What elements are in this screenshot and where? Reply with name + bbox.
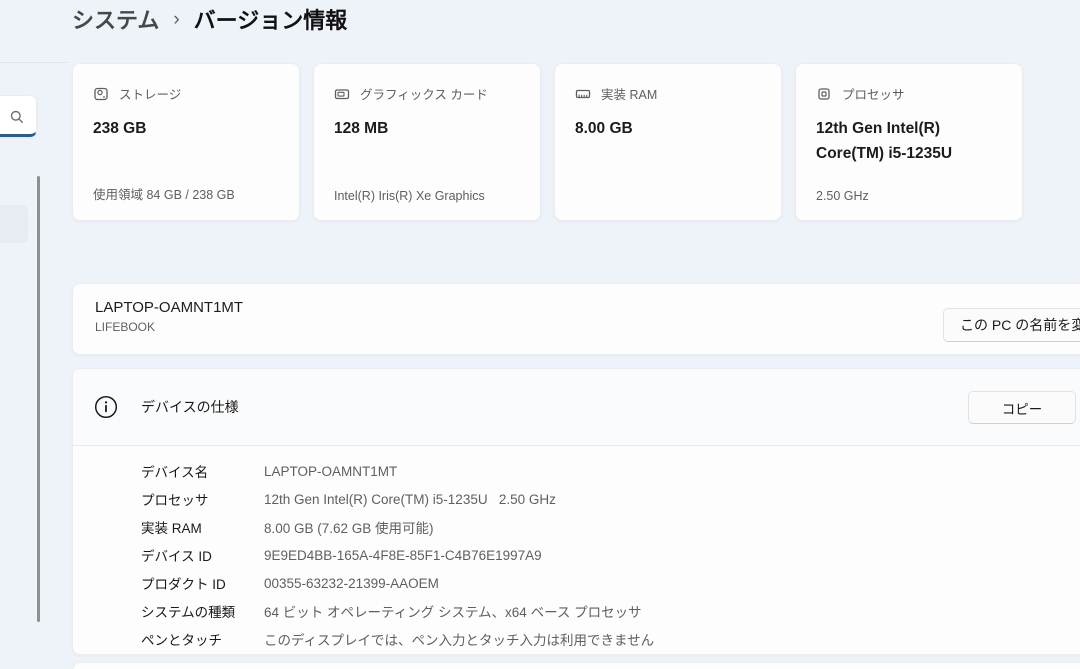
spec-value: 00355-63232-21399-AAOEM (264, 575, 439, 591)
spec-value: 8.00 GB (7.62 GB 使用可能) (264, 521, 434, 536)
spec-label: デバイス名 (141, 465, 209, 480)
card-label: 実装 RAM (601, 88, 658, 102)
spec-label: ペンとタッチ (141, 633, 222, 648)
device-name-card: LAPTOP-OAMNT1MT LIFEBOOK この PC の名前を変更 (72, 283, 1080, 355)
spec-label: プロダクト ID (141, 577, 226, 592)
spec-value: 64 ビット オペレーティング システム、x64 ベース プロセッサ (264, 605, 642, 620)
nav-divider (0, 62, 68, 63)
card-value: 238 GB (93, 120, 147, 137)
spec-value: 9E9ED4BB-165A-4F8E-85F1-C4B76E1997A9 (264, 547, 542, 563)
processor-card: プロセッサ 12th Gen Intel(R) Core(TM) i5-1235… (795, 63, 1023, 221)
card-value: 8.00 GB (575, 120, 633, 137)
search-input[interactable] (0, 95, 37, 137)
card-label: ストレージ (119, 88, 182, 102)
rename-pc-button[interactable]: この PC の名前を変更 (943, 308, 1080, 342)
card-label: グラフィックス カード (360, 88, 488, 102)
card-subtext: 使用領域 84 GB / 238 GB (93, 188, 235, 202)
card-subtext: Intel(R) Iris(R) Xe Graphics (334, 189, 485, 203)
device-spec-expander-header[interactable]: デバイスの仕様 コピー (73, 369, 1080, 446)
summary-cards-row: ストレージ 238 GB 使用領域 84 GB / 238 GB グラフィックス… (72, 63, 1023, 221)
chevron-right-icon: › (173, 9, 180, 30)
spec-value: このディスプレイでは、ペン入力とタッチ入力は利用できません (264, 633, 655, 648)
info-icon (94, 395, 118, 419)
device-spec-body: デバイス名 LAPTOP-OAMNT1MT プロセッサ 12th Gen Int… (73, 446, 1080, 653)
spec-row-device-name: デバイス名 LAPTOP-OAMNT1MT (141, 457, 1080, 485)
search-icon (10, 110, 24, 124)
storage-card: ストレージ 238 GB 使用領域 84 GB / 238 GB (72, 63, 300, 221)
settings-about-page: システム › バージョン情報 ストレージ 238 GB 使用領域 84 GB /… (0, 0, 1080, 669)
spec-row-system-type: システムの種類 64 ビット オペレーティング システム、x64 ベース プロセ… (141, 597, 1080, 625)
spec-label: プロセッサ (141, 493, 209, 508)
storage-icon (94, 87, 108, 100)
spec-row-ram: 実装 RAM 8.00 GB (7.62 GB 使用可能) (141, 513, 1080, 541)
spec-value: 12th Gen Intel(R) Core(TM) i5-1235U 2.50… (264, 491, 556, 507)
nav-scrollbar[interactable] (37, 176, 40, 622)
spec-label: デバイス ID (141, 549, 212, 564)
spec-label: 実装 RAM (141, 521, 202, 536)
cpu-icon (818, 87, 830, 100)
spec-row-processor: プロセッサ 12th Gen Intel(R) Core(TM) i5-1235… (141, 485, 1080, 513)
card-value: 128 MB (334, 120, 389, 137)
gpu-icon (334, 88, 350, 99)
card-value: 12th Gen Intel(R) Core(TM) i5-1235U (816, 120, 953, 162)
breadcrumb-system[interactable]: システム (72, 6, 159, 36)
ram-icon (575, 89, 591, 98)
card-subtext: 2.50 GHz (816, 189, 869, 203)
copy-button[interactable]: コピー (968, 391, 1076, 424)
page-title: バージョン情報 (193, 8, 348, 33)
device-spec-card: デバイスの仕様 コピー デバイス名 LAPTOP-OAMNT1MT プロセッサ … (72, 368, 1080, 655)
graphics-card: グラフィックス カード 128 MB Intel(R) Iris(R) Xe G… (313, 63, 541, 221)
spec-label: システムの種類 (141, 605, 236, 620)
card-label: プロセッサ (842, 88, 905, 102)
next-section-card-edge (72, 662, 1080, 669)
breadcrumb: システム › バージョン情報 (72, 6, 347, 36)
spec-row-product-id: プロダクト ID 00355-63232-21399-AAOEM (141, 569, 1080, 597)
device-model: LIFEBOOK (95, 320, 156, 334)
spec-value: LAPTOP-OAMNT1MT (264, 463, 398, 479)
nav-selected-item[interactable] (0, 205, 28, 243)
ram-card: 実装 RAM 8.00 GB (554, 63, 782, 221)
spec-row-device-id: デバイス ID 9E9ED4BB-165A-4F8E-85F1-C4B76E19… (141, 541, 1080, 569)
device-name: LAPTOP-OAMNT1MT (95, 299, 244, 316)
spec-row-pen-touch: ペンとタッチ このディスプレイでは、ペン入力とタッチ入力は利用できません (141, 625, 1080, 653)
device-spec-title: デバイスの仕様 (141, 399, 239, 415)
